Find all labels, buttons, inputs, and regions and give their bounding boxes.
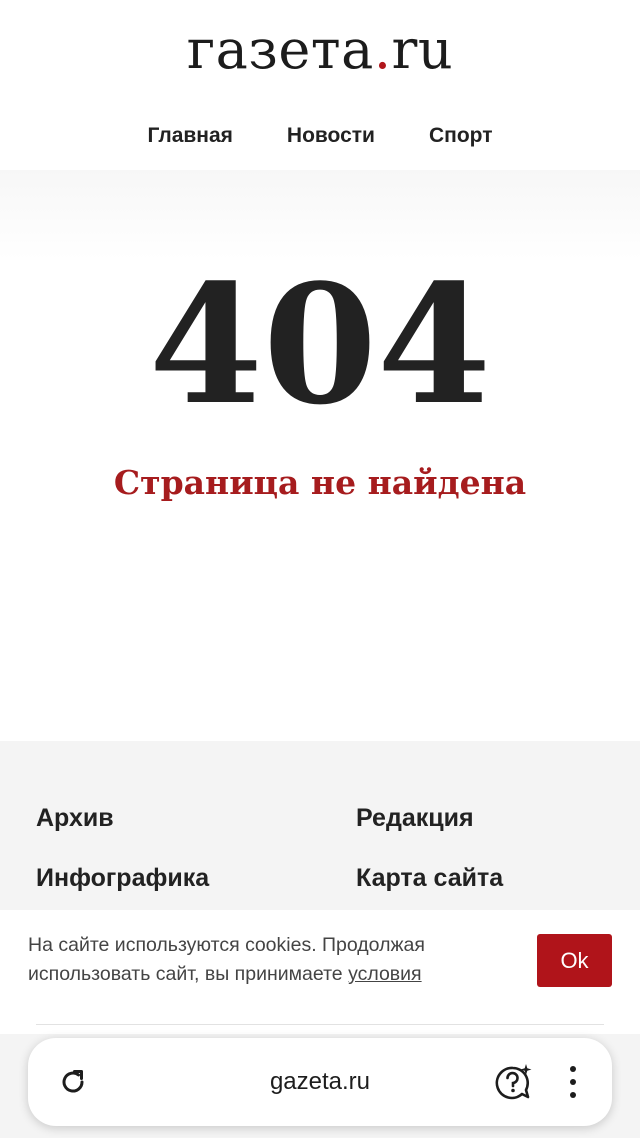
cookie-terms-link[interactable]: условия <box>348 963 422 985</box>
logo-dot: . <box>373 18 392 81</box>
divider <box>36 1024 604 1025</box>
footer-link-archive[interactable]: Архив <box>36 801 356 835</box>
cookie-banner: На сайте используются cookies. Продолжая… <box>0 910 640 1034</box>
nav-link-home[interactable]: Главная <box>148 120 233 152</box>
cookie-notice: На сайте используются cookies. Продолжая… <box>28 931 498 989</box>
footer-links: Архив Редакция Инфографика Карта сайта <box>36 801 616 895</box>
reload-icon[interactable] <box>56 1065 90 1099</box>
nav-link-news[interactable]: Новости <box>287 120 375 152</box>
error-message: Страница не найдена <box>113 463 527 502</box>
cookie-accept-button[interactable]: Ok <box>537 934 612 987</box>
error-code: 404 <box>148 248 492 441</box>
main-nav: Главная Новости Спорт <box>0 120 640 152</box>
header-shadow <box>0 170 640 260</box>
footer-link-editorial[interactable]: Редакция <box>356 801 616 835</box>
logo-main-text: газета <box>186 18 374 81</box>
nav-link-sport[interactable]: Спорт <box>429 120 493 152</box>
more-menu-icon[interactable] <box>561 1062 585 1102</box>
logo-tld-text: ru <box>391 18 454 81</box>
assistant-icon[interactable] <box>493 1062 533 1102</box>
site-header: газета.ru Главная Новости Спорт <box>0 0 640 170</box>
site-logo[interactable]: газета.ru <box>0 18 640 82</box>
footer-link-sitemap[interactable]: Карта сайта <box>356 861 616 895</box>
browser-address-bar: gazeta.ru <box>28 1038 612 1126</box>
footer-link-infographics[interactable]: Инфографика <box>36 861 356 895</box>
